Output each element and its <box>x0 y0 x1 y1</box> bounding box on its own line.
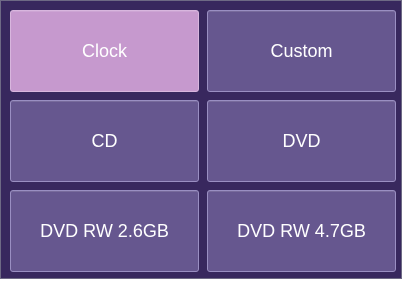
custom-button-label: Custom <box>270 40 333 61</box>
custom-button[interactable]: Custom <box>207 10 396 92</box>
option-grid: Clock Custom CD DVD DVD RW 2.6GB DVD RW … <box>10 10 396 272</box>
clock-button-label: Clock <box>81 40 127 61</box>
option-panel: Clock Custom CD DVD DVD RW 2.6GB DVD RW … <box>0 0 402 279</box>
dvd-rw-2-6gb-button-label: DVD RW 2.6GB <box>40 220 169 241</box>
dvd-rw-4-7gb-button[interactable]: DVD RW 4.7GB <box>207 190 396 272</box>
dvd-rw-2-6gb-button[interactable]: DVD RW 2.6GB <box>10 190 199 272</box>
dvd-rw-4-7gb-button-label: DVD RW 4.7GB <box>237 220 366 241</box>
dvd-button-label: DVD <box>282 130 321 151</box>
cd-button[interactable]: CD <box>10 100 199 182</box>
dvd-button[interactable]: DVD <box>207 100 396 182</box>
clock-button[interactable]: Clock <box>10 10 199 92</box>
cd-button-label: CD <box>91 130 118 151</box>
